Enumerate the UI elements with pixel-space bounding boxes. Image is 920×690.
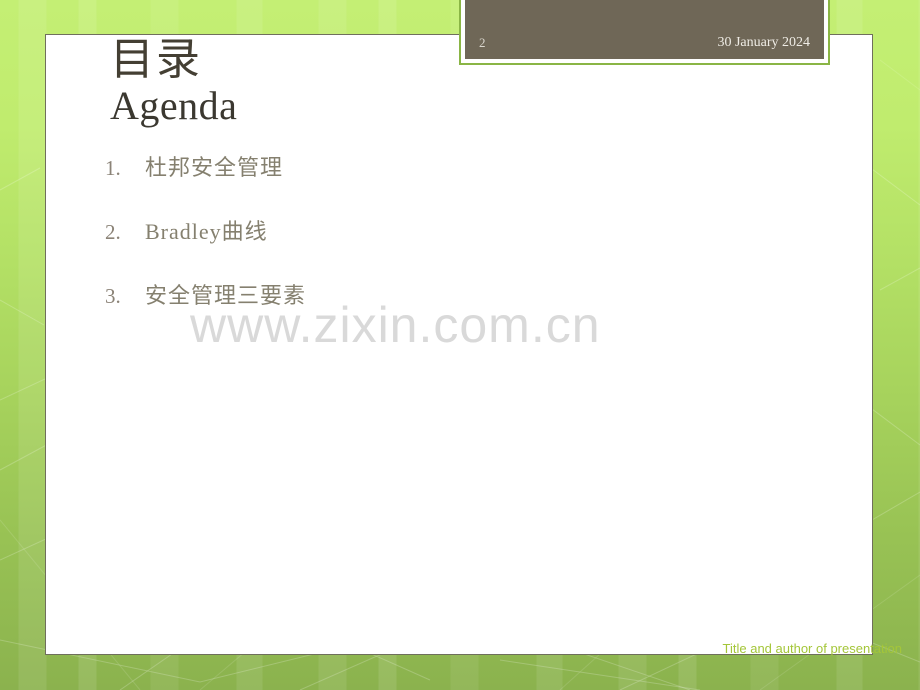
slide-date: 30 January 2024: [717, 35, 810, 50]
watermark: www.zixin.com.cn: [190, 297, 601, 353]
slide-footer: Title and author of presentation: [722, 641, 902, 656]
slide-number: 2: [479, 35, 486, 50]
page-title-english: Agenda: [110, 82, 238, 128]
list-item-label: Bradley曲线: [145, 219, 268, 244]
page-title-chinese: 目录: [110, 35, 202, 84]
list-item-number: 1.: [105, 156, 121, 180]
list-item-number: 3.: [105, 284, 121, 308]
list-item-label: 杜邦安全管理: [145, 155, 284, 180]
page-title: 目录 Agenda: [110, 36, 237, 128]
list-item[interactable]: 1. 杜邦安全管理: [105, 150, 665, 214]
list-item-number: 2.: [105, 220, 121, 244]
presentation-slide: 2 30 January 2024 目录 Agenda 1. 杜邦安全管理 2.…: [0, 0, 920, 690]
slide-header-plaque: 2 30 January 2024: [459, 0, 830, 65]
list-item[interactable]: 2. Bradley曲线: [105, 214, 665, 278]
